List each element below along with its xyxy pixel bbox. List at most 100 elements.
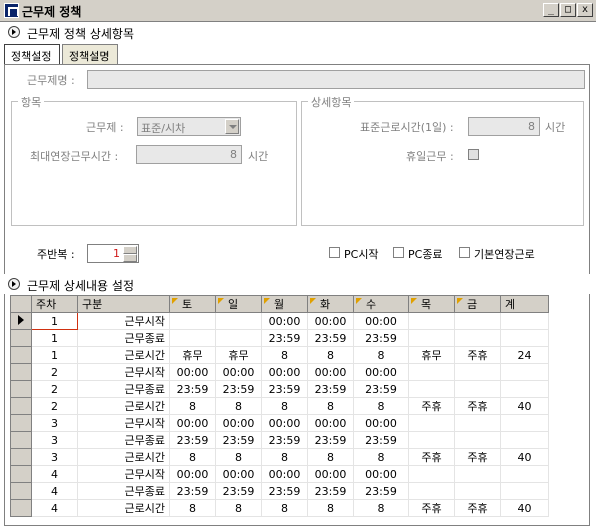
table-cell[interactable] [408,482,455,500]
table-cell[interactable]: 23:59 [307,380,354,398]
table-cell[interactable] [500,380,549,398]
table-cell[interactable]: 23:59 [261,482,308,500]
row-selector[interactable] [10,499,32,517]
column-header[interactable]: 목 [408,295,455,313]
row-selector[interactable] [10,465,32,483]
table-cell[interactable]: 주휴 [454,397,501,415]
table-cell[interactable]: 00:00 [215,363,262,381]
table-row[interactable]: 4 근무시작 00:00 00:00 00:00 00:00 00:00 [10,465,549,483]
table-cell[interactable]: 근무종료 [77,482,170,500]
column-header[interactable]: 계 [500,295,549,313]
table-cell[interactable]: 근무종료 [77,380,170,398]
column-header[interactable]: 금 [454,295,501,313]
table-cell[interactable] [454,414,501,432]
table-cell[interactable]: 8 [261,448,308,466]
table-row[interactable]: 4 근무종료 23:59 23:59 23:59 23:59 23:59 [10,482,549,500]
table-cell[interactable] [215,329,262,347]
table-cell[interactable]: 근무시작 [77,465,170,483]
table-cell[interactable]: 23:59 [353,329,409,347]
table-cell[interactable]: 23:59 [307,482,354,500]
holiday-work-checkbox[interactable] [468,149,479,160]
table-cell[interactable]: 00:00 [215,465,262,483]
table-cell[interactable]: 8 [169,448,216,466]
table-cell[interactable]: 근무시작 [77,414,170,432]
table-cell[interactable]: 8 [169,499,216,517]
spin-up-icon[interactable] [123,246,137,254]
table-cell[interactable]: 23:59 [215,380,262,398]
table-cell[interactable]: 8 [215,448,262,466]
table-cell[interactable]: 주휴 [408,397,455,415]
table-cell[interactable]: 00:00 [307,465,354,483]
table-cell[interactable] [215,312,262,330]
column-header[interactable]: 주차 [31,295,78,313]
row-selector[interactable] [10,414,32,432]
table-cell[interactable]: 4 [31,465,78,483]
table-cell[interactable]: 1 [31,329,78,347]
table-cell[interactable]: 8 [307,346,354,364]
row-selector[interactable] [10,397,32,415]
column-header[interactable]: 일 [215,295,262,313]
close-button[interactable]: x [577,3,593,17]
table-cell[interactable]: 3 [31,414,78,432]
table-cell[interactable] [408,312,455,330]
table-cell[interactable] [454,482,501,500]
table-cell[interactable]: 2 [31,363,78,381]
column-header[interactable]: 구분 [77,295,170,313]
table-cell[interactable]: 23:59 [215,482,262,500]
table-cell[interactable]: 00:00 [261,363,308,381]
table-cell[interactable]: 8 [215,397,262,415]
row-selector[interactable] [10,482,32,500]
table-cell[interactable] [454,312,501,330]
table-cell[interactable]: 00:00 [169,363,216,381]
table-cell[interactable]: 23:59 [353,482,409,500]
table-cell[interactable]: 00:00 [169,465,216,483]
table-cell[interactable]: 주휴 [454,499,501,517]
table-cell[interactable] [454,431,501,449]
table-cell[interactable]: 23:59 [307,431,354,449]
table-cell[interactable]: 주휴 [408,448,455,466]
table-cell[interactable]: 00:00 [215,414,262,432]
max-extension-field[interactable]: 8 [136,145,242,164]
table-cell[interactable]: 40 [500,448,549,466]
table-cell[interactable] [408,329,455,347]
table-cell[interactable]: 00:00 [353,363,409,381]
table-cell[interactable]: 휴무 [169,346,216,364]
table-cell[interactable]: 8 [353,448,409,466]
table-cell[interactable]: 8 [353,397,409,415]
cycle-spinner[interactable]: 1 [87,244,139,263]
row-selector[interactable] [10,363,32,381]
table-cell[interactable]: 23:59 [261,431,308,449]
table-cell[interactable]: 23:59 [169,380,216,398]
table-cell[interactable]: 23:59 [353,380,409,398]
row-selector[interactable] [10,380,32,398]
table-cell[interactable]: 근로시간 [77,397,170,415]
table-cell[interactable]: 00:00 [353,312,409,330]
chevron-down-icon[interactable] [225,119,239,134]
base-extension-checkbox[interactable] [459,247,470,258]
collapse-icon[interactable] [8,278,20,290]
table-cell[interactable] [454,380,501,398]
table-cell[interactable]: 23:59 [169,482,216,500]
table-cell[interactable]: 23:59 [169,431,216,449]
table-cell[interactable] [454,363,501,381]
table-cell[interactable]: 23:59 [307,329,354,347]
table-cell[interactable]: 주휴 [408,499,455,517]
table-cell[interactable] [408,431,455,449]
table-row[interactable]: 3 근무종료 23:59 23:59 23:59 23:59 23:59 [10,431,549,449]
table-row[interactable]: 3 근로시간 8 8 8 8 8 주휴 주휴 40 [10,448,549,466]
table-cell[interactable]: 8 [169,397,216,415]
table-cell[interactable] [500,329,549,347]
tab-policy-description[interactable]: 정책설명 [62,44,118,64]
row-selector[interactable] [10,448,32,466]
standard-hours-field[interactable]: 8 [468,117,540,136]
table-cell[interactable]: 4 [31,482,78,500]
table-cell[interactable]: 40 [500,499,549,517]
expand-icon[interactable] [8,26,20,38]
table-cell[interactable] [500,312,549,330]
table-cell[interactable]: 00:00 [353,414,409,432]
table-cell[interactable]: 3 [31,448,78,466]
table-cell[interactable]: 근무시작 [77,312,170,330]
work-type-select[interactable]: 표준/시차 [137,117,241,136]
table-cell[interactable]: 1 [31,346,78,364]
table-cell[interactable]: 8 [353,499,409,517]
